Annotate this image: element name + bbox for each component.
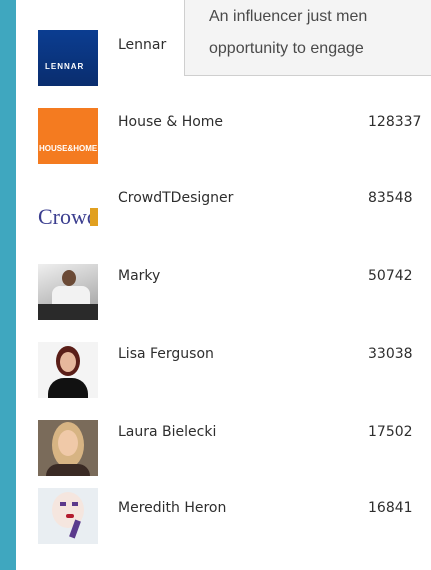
avatar-face xyxy=(58,430,78,456)
list-item[interactable]: Laura Bielecki 17502 xyxy=(16,416,431,486)
avatar-eye xyxy=(72,502,78,506)
house-and-home-logo-text: HOUSE&HOME xyxy=(39,144,98,153)
chair-icon xyxy=(90,208,98,226)
influencer-name[interactable]: House & Home xyxy=(118,114,223,130)
influencer-count: 83548 xyxy=(368,190,413,206)
influencer-name[interactable]: Meredith Heron xyxy=(118,500,226,516)
avatar-body xyxy=(48,378,88,398)
influencer-name[interactable]: Laura Bielecki xyxy=(118,424,216,440)
crowdtdesigner-logo-text: Crowd xyxy=(38,204,98,229)
list-item[interactable]: Meredith Heron 16841 xyxy=(16,484,431,554)
influencer-name[interactable]: Lennar xyxy=(118,37,166,53)
influencer-count: 50742 xyxy=(368,268,413,284)
person-avatar xyxy=(38,488,98,544)
house-and-home-logo: HOUSE&HOME xyxy=(38,108,98,164)
avatar-lips xyxy=(66,514,74,518)
influencer-tooltip: An influencer just men opportunity to en… xyxy=(184,0,431,76)
avatar-base xyxy=(38,304,98,320)
person-avatar xyxy=(38,420,98,476)
influencer-name[interactable]: Marky xyxy=(118,268,160,284)
influencer-count: 128337 xyxy=(368,114,422,130)
tooltip-text-line-2: opportunity to engage xyxy=(209,40,364,57)
influencer-list-panel: LENNAR Lennar HOUSE&HOME House & Home 12… xyxy=(16,0,431,570)
avatar-body xyxy=(46,464,90,476)
lennar-logo: LENNAR xyxy=(38,30,98,86)
crowdtdesigner-logo: Crowd xyxy=(38,186,98,242)
list-item[interactable]: Marky 50742 xyxy=(16,260,431,330)
influencer-count: 17502 xyxy=(368,424,413,440)
person-avatar xyxy=(38,264,98,320)
avatar-head xyxy=(62,270,76,286)
lennar-logo-text: LENNAR xyxy=(45,62,85,71)
avatar-eye xyxy=(60,502,66,506)
influencer-name[interactable]: Lisa Ferguson xyxy=(118,346,214,362)
influencer-count: 33038 xyxy=(368,346,413,362)
tooltip-text-line-1: An influencer just men xyxy=(209,8,368,25)
influencer-count: 16841 xyxy=(368,500,413,516)
avatar-face xyxy=(60,352,76,372)
influencer-name[interactable]: CrowdTDesigner xyxy=(118,190,233,206)
list-item[interactable]: Crowd CrowdTDesigner 83548 xyxy=(16,182,431,252)
list-item[interactable]: Lisa Ferguson 33038 xyxy=(16,338,431,408)
list-item[interactable]: HOUSE&HOME House & Home 128337 xyxy=(16,104,431,174)
person-avatar xyxy=(38,342,98,398)
